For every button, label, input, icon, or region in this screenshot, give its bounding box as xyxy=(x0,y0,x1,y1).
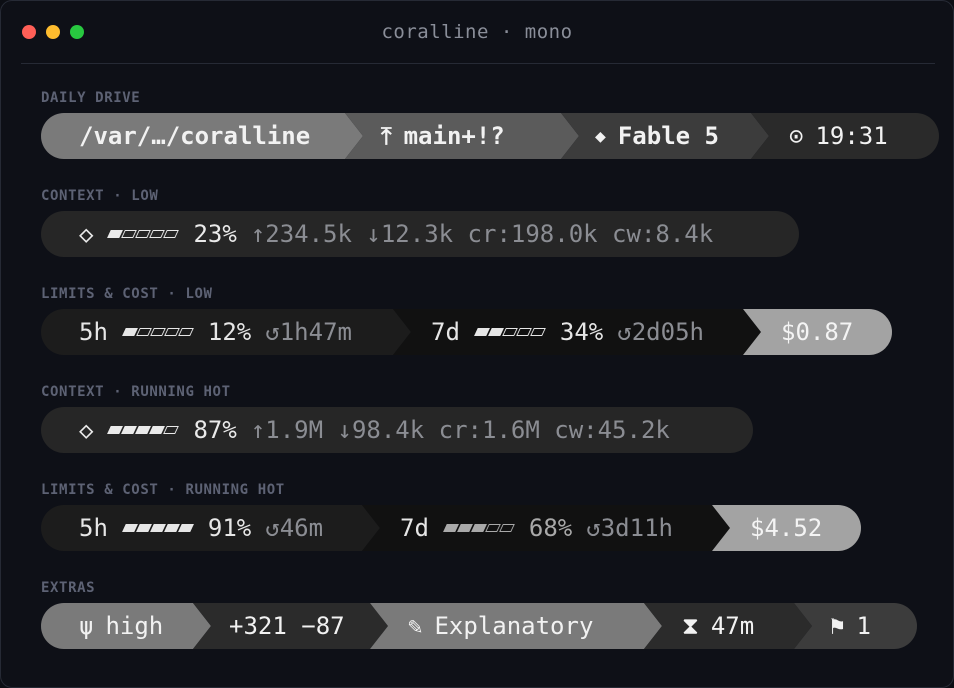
cost-text: $0.87 xyxy=(781,318,854,346)
pencil-icon: ✎ xyxy=(408,612,423,640)
context-diamond-icon: ◇ xyxy=(79,416,94,444)
git-branch-segment: ⤒ main+!? xyxy=(345,113,579,159)
section-label-daily-drive: DAILY DRIVE xyxy=(41,90,141,106)
title-divider xyxy=(21,63,935,64)
seven-day-percent: 34% xyxy=(559,318,604,346)
context-meter xyxy=(107,230,180,238)
flag-count: 1 xyxy=(856,612,871,640)
context-meter xyxy=(107,426,180,434)
time-text: 19:31 xyxy=(815,122,888,150)
five-hour-percent: 91% xyxy=(207,514,252,542)
context-segment: ◇ 87% ↑1.9M ↓98.4k cr:1.6M cw:45.2k xyxy=(41,407,753,453)
output-style-segment: ✎ Explanatory xyxy=(370,603,662,649)
flag-segment: ⚑ 1 xyxy=(794,603,917,649)
seven-day-percent: 68% xyxy=(528,514,573,542)
section-label-context-low: CONTEXT · LOW xyxy=(41,188,159,204)
cost-text: $4.52 xyxy=(750,514,823,542)
seven-day-meter xyxy=(445,524,513,532)
seven-day-reset: ↺2d05h xyxy=(617,318,704,346)
model-segment: ◆ Fable 5 xyxy=(561,113,769,159)
five-hour-percent: 12% xyxy=(207,318,252,346)
terminal-window: coralline · mono DAILY DRIVE /var/…/cora… xyxy=(0,0,954,688)
cost-segment: $0.87 xyxy=(743,309,892,355)
five-hour-limit-segment: 5h 12% ↺1h47m xyxy=(41,309,411,355)
psi-icon: ψ xyxy=(79,612,94,640)
path-text: /var/…/coralline xyxy=(79,122,311,150)
flag-icon: ⚑ xyxy=(830,612,845,640)
statusline-daily-drive: /var/…/coralline ⤒ main+!? ◆ Fable 5 ⊙ 1… xyxy=(41,113,939,159)
statusline-limits-low: 5h 12% ↺1h47m 7d 34% ↺2d05h $0.87 xyxy=(41,309,892,355)
token-stats: ↑1.9M ↓98.4k cr:1.6M cw:45.2k xyxy=(250,416,670,444)
statusline-extras: ψ high +321 −87 ✎ Explanatory ⧗ 47m ⚑ 1 xyxy=(41,603,917,649)
model-text: Fable 5 xyxy=(617,122,719,150)
duration-text: 47m xyxy=(710,612,755,640)
clock-segment: ⊙ 19:31 xyxy=(751,113,939,159)
five-hour-reset: ↺46m xyxy=(265,514,324,542)
five-hour-meter xyxy=(124,524,192,532)
meter-cell xyxy=(178,328,194,336)
five-hour-meter xyxy=(124,328,192,336)
statusline-limits-hot: 5h 91% ↺46m 7d 68% ↺3d11h $4.52 xyxy=(41,505,861,551)
meter-cell xyxy=(178,524,194,532)
meter-cell xyxy=(530,328,546,336)
effort-text: high xyxy=(105,612,164,640)
diamond-icon: ◆ xyxy=(595,125,606,147)
lines-changed-text: +321 −87 xyxy=(229,612,345,640)
five-hour-reset: ↺1h47m xyxy=(265,318,352,346)
context-diamond-icon: ◇ xyxy=(79,220,94,248)
section-label-context-hot: CONTEXT · RUNNING HOT xyxy=(41,384,231,400)
statusline-context-hot: ◇ 87% ↑1.9M ↓98.4k cr:1.6M cw:45.2k xyxy=(41,407,753,453)
seven-day-limit-segment: 7d 34% ↺2d05h xyxy=(393,309,761,355)
lines-changed-segment: +321 −87 xyxy=(193,603,388,649)
statusline-context-low: ◇ 23% ↑234.5k ↓12.3k cr:198.0k cw:8.4k xyxy=(41,211,799,257)
five-hour-label: 5h xyxy=(79,318,108,346)
seven-day-limit-segment: 7d 68% ↺3d11h xyxy=(362,505,730,551)
clock-icon: ⊙ xyxy=(789,122,804,150)
title-bar: coralline · mono xyxy=(1,1,953,63)
branch-text: main+!? xyxy=(403,122,505,150)
meter-cell xyxy=(163,426,180,434)
meter-cell xyxy=(499,524,515,532)
duration-segment: ⧗ 47m xyxy=(644,603,812,649)
seven-day-label: 7d xyxy=(400,514,429,542)
hourglass-icon: ⧗ xyxy=(682,612,699,640)
five-hour-limit-segment: 5h 91% ↺46m xyxy=(41,505,380,551)
section-label-limits-low: LIMITS & COST · LOW xyxy=(41,286,213,302)
context-segment: ◇ 23% ↑234.5k ↓12.3k cr:198.0k cw:8.4k xyxy=(41,211,799,257)
seven-day-reset: ↺3d11h xyxy=(586,514,673,542)
path-segment: /var/…/coralline xyxy=(41,113,363,159)
five-hour-label: 5h xyxy=(79,514,108,542)
token-stats: ↑234.5k ↓12.3k cr:198.0k cw:8.4k xyxy=(250,220,714,248)
section-label-limits-hot: LIMITS & COST · RUNNING HOT xyxy=(41,482,285,498)
window-title: coralline · mono xyxy=(381,21,573,43)
seven-day-meter xyxy=(476,328,544,336)
seven-day-label: 7d xyxy=(431,318,460,346)
context-percent: 87% xyxy=(193,416,237,444)
cost-segment: $4.52 xyxy=(712,505,861,551)
effort-segment: ψ high xyxy=(41,603,211,649)
output-style-text: Explanatory xyxy=(434,612,594,640)
meter-cell xyxy=(163,230,180,238)
branch-icon: ⤒ xyxy=(381,122,392,150)
section-label-extras: EXTRAS xyxy=(41,580,96,596)
context-percent: 23% xyxy=(193,220,237,248)
